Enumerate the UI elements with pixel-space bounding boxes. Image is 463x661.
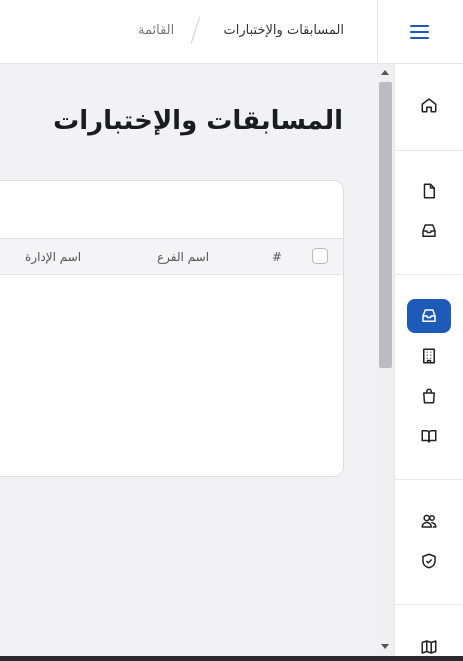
scroll-up-arrow-icon[interactable] [381, 70, 389, 75]
inbox-icon [422, 224, 436, 237]
sidebar-divider [395, 274, 463, 275]
sidebar-item-home[interactable] [407, 88, 451, 122]
building-icon [423, 348, 435, 364]
sidebar-item-branches[interactable] [407, 339, 451, 373]
page-title: المسابقات والإختبارات [53, 106, 343, 136]
map-icon [421, 640, 437, 654]
sidebar-item-store[interactable] [407, 379, 451, 413]
sidebar-nav [394, 64, 463, 661]
breadcrumb-separator [190, 16, 201, 44]
column-header-number[interactable]: # [272, 250, 282, 264]
inbox-icon [422, 309, 436, 322]
sidebar-item-permissions[interactable] [407, 544, 451, 578]
sidebar-item-competitions[interactable] [407, 299, 451, 333]
users-icon [421, 514, 437, 528]
sidebar-item-users[interactable] [407, 504, 451, 538]
book-open-icon [421, 430, 437, 443]
scroll-down-arrow-icon[interactable] [381, 644, 389, 649]
scroll-thumb[interactable] [379, 82, 392, 368]
select-all-checkbox[interactable] [312, 248, 328, 264]
sidebar-divider [395, 604, 463, 605]
sidebar-item-library[interactable] [407, 419, 451, 453]
file-icon [423, 183, 435, 199]
window-bottom-edge [0, 656, 463, 661]
column-header-admin-name[interactable]: اسم الإدارة [25, 250, 81, 264]
data-table-card: # اسم الفرع اسم الإدارة [0, 180, 344, 477]
shield-check-icon [422, 553, 436, 569]
sidebar-item-documents[interactable] [407, 174, 451, 208]
sidebar-divider [395, 479, 463, 480]
top-bar: المسابقات والإختبارات القائمة [0, 0, 377, 64]
sidebar-divider [395, 150, 463, 151]
breadcrumb-parent-link[interactable]: القائمة [138, 23, 174, 38]
shopping-bag-icon [423, 388, 435, 404]
breadcrumb-current: المسابقات والإختبارات [223, 23, 344, 38]
sidebar-item-inbox[interactable] [407, 214, 451, 248]
menu-cell [377, 0, 463, 64]
vertical-scrollbar[interactable] [377, 64, 394, 661]
column-header-branch-name[interactable]: اسم الفرع [157, 250, 209, 264]
hamburger-menu-icon[interactable] [410, 24, 430, 40]
home-icon [421, 98, 437, 113]
